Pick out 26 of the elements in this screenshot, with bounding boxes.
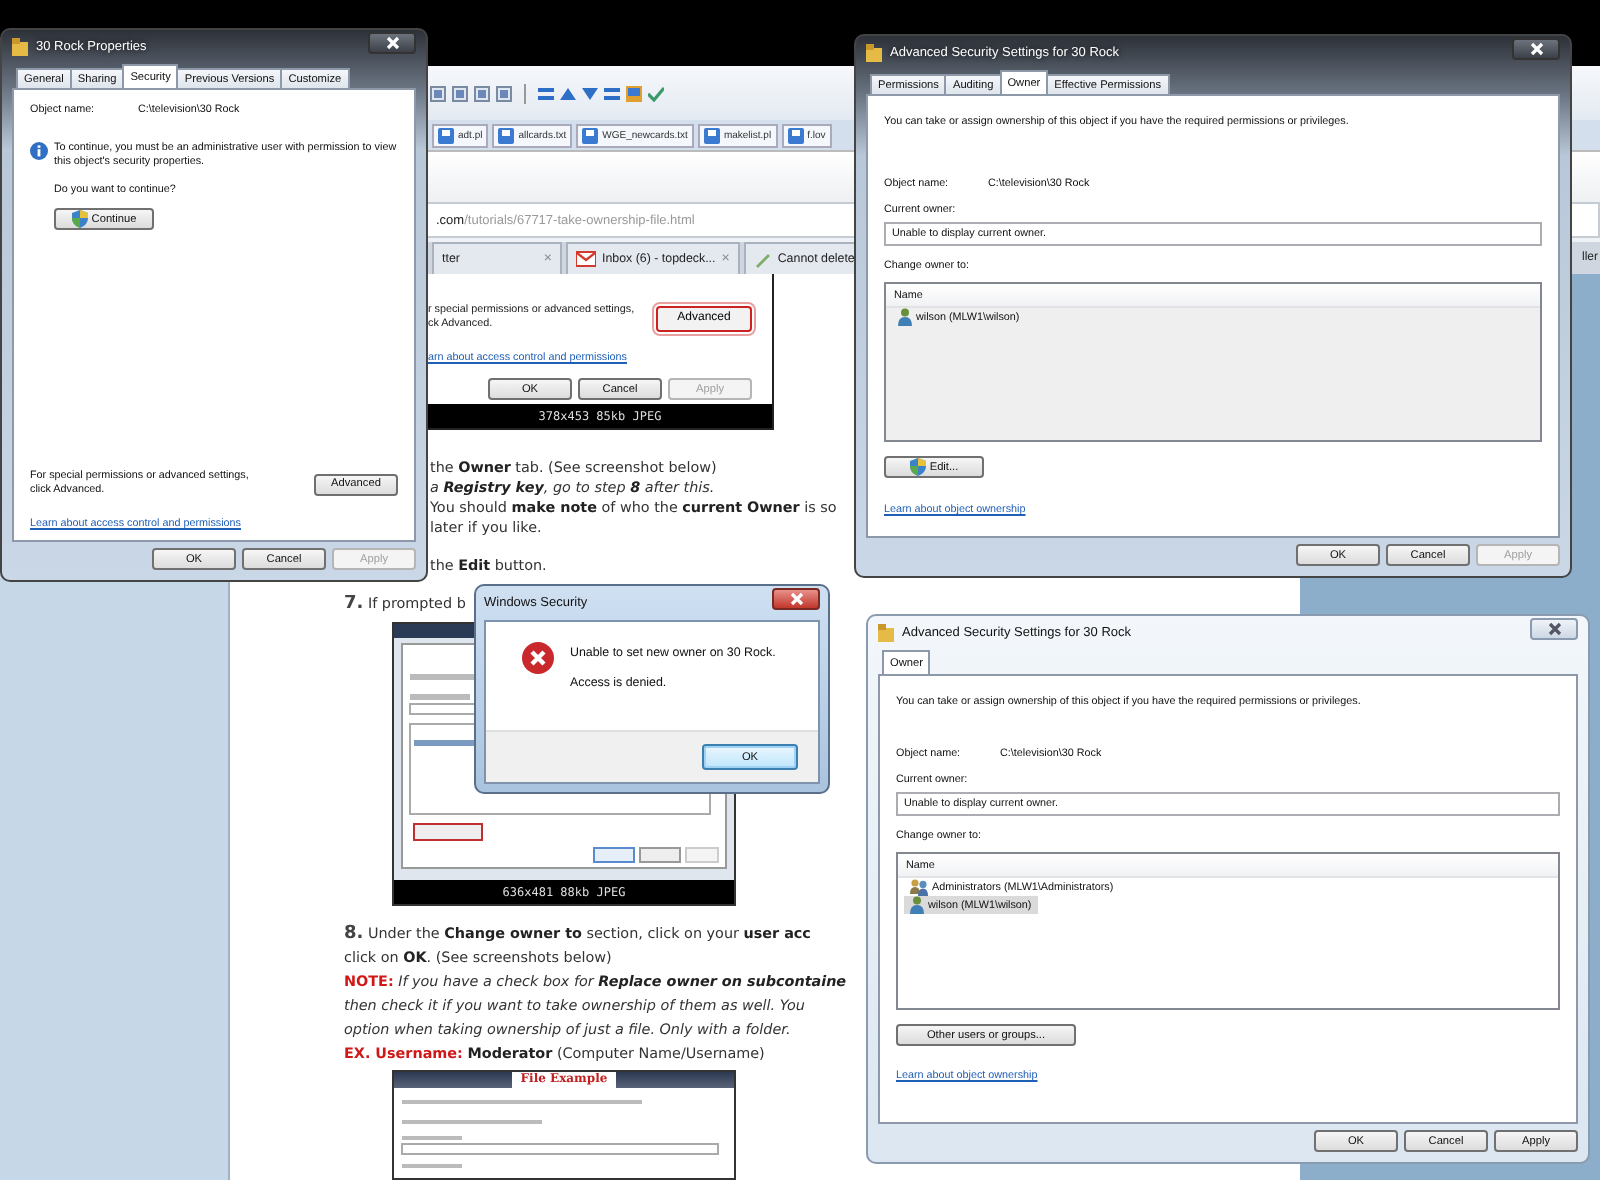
down-arrow-icon: [582, 85, 598, 101]
folder-icon: [12, 38, 28, 56]
close-icon: [1529, 42, 1543, 56]
lines-icon: [604, 85, 620, 101]
folder-icon: [866, 44, 882, 62]
up-arrow-icon: [560, 85, 576, 101]
mail-icon: [576, 250, 596, 268]
close-button[interactable]: [368, 32, 416, 54]
close-button[interactable]: [1512, 38, 1560, 60]
close-button[interactable]: [1530, 618, 1578, 640]
close-icon: [1547, 622, 1561, 636]
close-button[interactable]: [772, 588, 820, 610]
info-icon: [30, 142, 48, 160]
close-icon: [789, 592, 803, 606]
pencil-icon: [753, 249, 772, 269]
user-icon: [910, 896, 924, 914]
group-icon: [910, 878, 928, 896]
shield-icon: [71, 210, 88, 228]
lines-icon: [538, 85, 554, 101]
shield-icon: [909, 458, 926, 476]
check-icon: [648, 85, 664, 101]
error-icon: [522, 642, 554, 674]
user-icon: [898, 308, 912, 326]
folder-icon: [878, 624, 894, 642]
close-icon: [385, 36, 399, 50]
picture-frame-icon: [626, 85, 642, 101]
